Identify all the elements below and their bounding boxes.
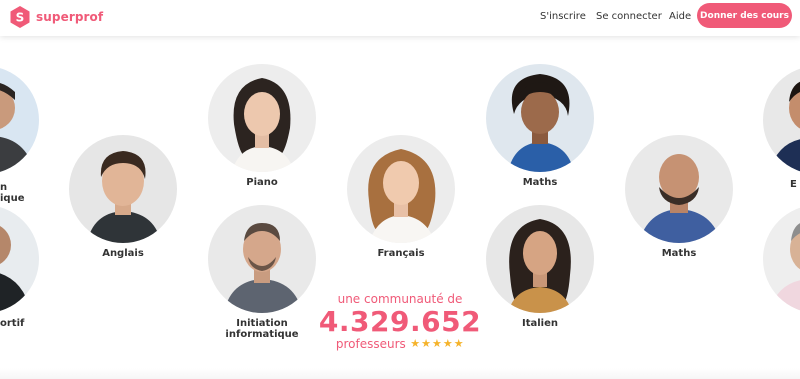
tutor-subject: Maths (661, 248, 697, 259)
tutor-subject: ortif (0, 318, 25, 329)
tutor-subject: Initiation informatique (225, 318, 299, 340)
tutor-subject: n ique (0, 182, 25, 204)
tutor-avatar (486, 64, 594, 172)
tutor-avatar (763, 205, 800, 313)
tutor-card-partial-left-bottom[interactable]: ortif (0, 205, 40, 329)
tutor-card-partial-right-bottom[interactable] (762, 205, 800, 313)
give-lessons-button[interactable]: Donner des cours (697, 3, 792, 28)
tutor-subject: Piano (246, 177, 278, 188)
tutor-avatar (208, 64, 316, 172)
tutor-card-initiation-informatique[interactable]: Initiation informatique (207, 205, 317, 340)
svg-text:S: S (16, 11, 25, 25)
page: S superprof S'inscrire Se connecter Aide… (0, 0, 800, 379)
tutor-avatar (625, 135, 733, 243)
tutor-card-partial-left-top[interactable]: n ique (0, 66, 40, 204)
superprof-logo-icon: S (10, 6, 30, 28)
teacher-count: 4.329.652 (318, 305, 482, 338)
star-icon: ★ (453, 337, 464, 350)
top-navigation-bar: S superprof S'inscrire Se connecter Aide… (0, 0, 800, 36)
section-bottom-edge (0, 368, 800, 379)
community-stats: une communauté de 4.329.652 professeurs … (310, 292, 490, 351)
tutor-card-anglais[interactable]: Anglais (68, 135, 178, 259)
tutor-subject: Français (377, 248, 425, 259)
tutor-card-maths-1[interactable]: Maths (485, 64, 595, 188)
superprof-logo[interactable]: S superprof (8, 5, 103, 29)
tutor-card-maths-2[interactable]: Maths (624, 135, 734, 259)
tutor-avatar (486, 205, 594, 313)
tutor-avatar (0, 205, 39, 313)
tutor-subject: Italien (521, 318, 558, 329)
tutor-subject: Maths (522, 177, 558, 188)
login-link[interactable]: Se connecter (596, 11, 662, 22)
community-role: professeurs (335, 337, 406, 351)
help-link[interactable]: Aide (669, 11, 691, 22)
star-icon: ★ (442, 337, 453, 350)
star-icon: ★ (421, 337, 432, 350)
tutor-avatar (347, 135, 455, 243)
tutor-card-italien[interactable]: Italien (485, 205, 595, 329)
rating-stars: ★ ★ ★ ★ ★ (410, 338, 464, 350)
tutor-card-partial-right-top[interactable]: E (762, 66, 800, 190)
star-icon: ★ (410, 337, 421, 350)
community-footer: professeurs ★ ★ ★ ★ ★ (310, 337, 490, 351)
tutor-avatar (0, 66, 39, 174)
signup-link[interactable]: S'inscrire (540, 11, 586, 22)
community-label: une communauté de (337, 292, 463, 306)
tutor-avatar (208, 205, 316, 313)
tutor-avatar (763, 66, 800, 174)
tutor-subject: Anglais (102, 248, 144, 259)
tutor-avatar (69, 135, 177, 243)
star-icon: ★ (432, 337, 442, 350)
brand-name: superprof (36, 10, 104, 24)
tutor-card-francais[interactable]: Français (346, 135, 456, 259)
tutor-subject: E (790, 179, 797, 190)
tutor-card-piano[interactable]: Piano (207, 64, 317, 188)
